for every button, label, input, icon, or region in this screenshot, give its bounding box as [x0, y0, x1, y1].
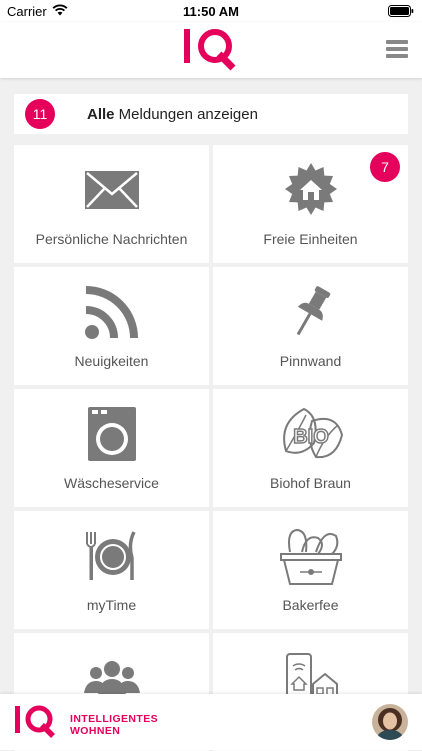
- tile-free-units[interactable]: 7 Freie Einheiten: [213, 145, 408, 263]
- tile-mytime[interactable]: myTime: [14, 511, 209, 629]
- iq-logo-small: [15, 705, 55, 738]
- show-all-messages-button[interactable]: 11 Alle Meldungen anzeigen: [14, 94, 408, 134]
- all-label: Alle: [87, 105, 115, 123]
- rss-feed-icon: [84, 281, 140, 343]
- messages-count-badge: 11: [25, 99, 55, 129]
- brand-line-2: WOHNEN: [70, 725, 121, 737]
- tile-biohof-braun[interactable]: BIO Biohof Braun: [213, 389, 408, 507]
- avatar-photo: [372, 704, 408, 740]
- battery-icon: [388, 5, 414, 17]
- house-seal-icon: [283, 159, 339, 221]
- tile-label: Persönliche Nachrichten: [35, 231, 188, 247]
- pushpin-icon: [283, 281, 339, 343]
- menu-bar: [386, 54, 408, 58]
- tile-news[interactable]: Neuigkeiten: [14, 267, 209, 385]
- brand-name: INTELLIGENTES WOHNEN: [70, 713, 158, 737]
- tile-label: Pinnwand: [279, 353, 342, 369]
- tile-pinboard[interactable]: Pinnwand: [213, 267, 408, 385]
- envelope-icon: [84, 159, 140, 221]
- tile-label: Neuigkeiten: [74, 353, 149, 369]
- status-bar: Carrier 11:50 AM: [0, 0, 422, 22]
- app-footer: INTELLIGENTES WOHNEN: [0, 694, 422, 750]
- free-units-badge: 7: [370, 152, 400, 182]
- user-avatar[interactable]: [372, 704, 408, 740]
- tile-bakerfee[interactable]: Bakerfee: [213, 511, 408, 629]
- menu-button[interactable]: [386, 40, 408, 58]
- tile-label: Freie Einheiten: [263, 231, 358, 247]
- tile-label: Bakerfee: [282, 597, 339, 613]
- washing-machine-icon: [87, 403, 137, 465]
- app-header: [0, 22, 422, 78]
- plate-cutlery-icon: [84, 525, 140, 587]
- svg-text:BIO: BIO: [293, 426, 329, 448]
- show-all-messages-label: Alle Meldungen anzeigen: [87, 106, 258, 123]
- bio-leaf-icon: BIO: [276, 403, 346, 465]
- iq-logo: [184, 29, 236, 71]
- tile-label: myTime: [86, 597, 137, 613]
- messages-label: Meldungen anzeigen: [114, 105, 258, 123]
- tile-personal-messages[interactable]: Persönliche Nachrichten: [14, 145, 209, 263]
- tile-laundry-service[interactable]: Wäscheservice: [14, 389, 209, 507]
- tile-label: Biohof Braun: [270, 475, 351, 491]
- tile-label: Wäscheservice: [64, 475, 159, 491]
- brand-line-1: INTELLIGENTES: [70, 713, 159, 725]
- menu-bar: [386, 47, 408, 51]
- status-time: 11:50 AM: [183, 4, 239, 19]
- bread-basket-icon: [278, 525, 344, 587]
- feature-grid: Persönliche Nachrichten 7 Freie Einheite…: [14, 145, 408, 751]
- menu-bar: [386, 40, 408, 44]
